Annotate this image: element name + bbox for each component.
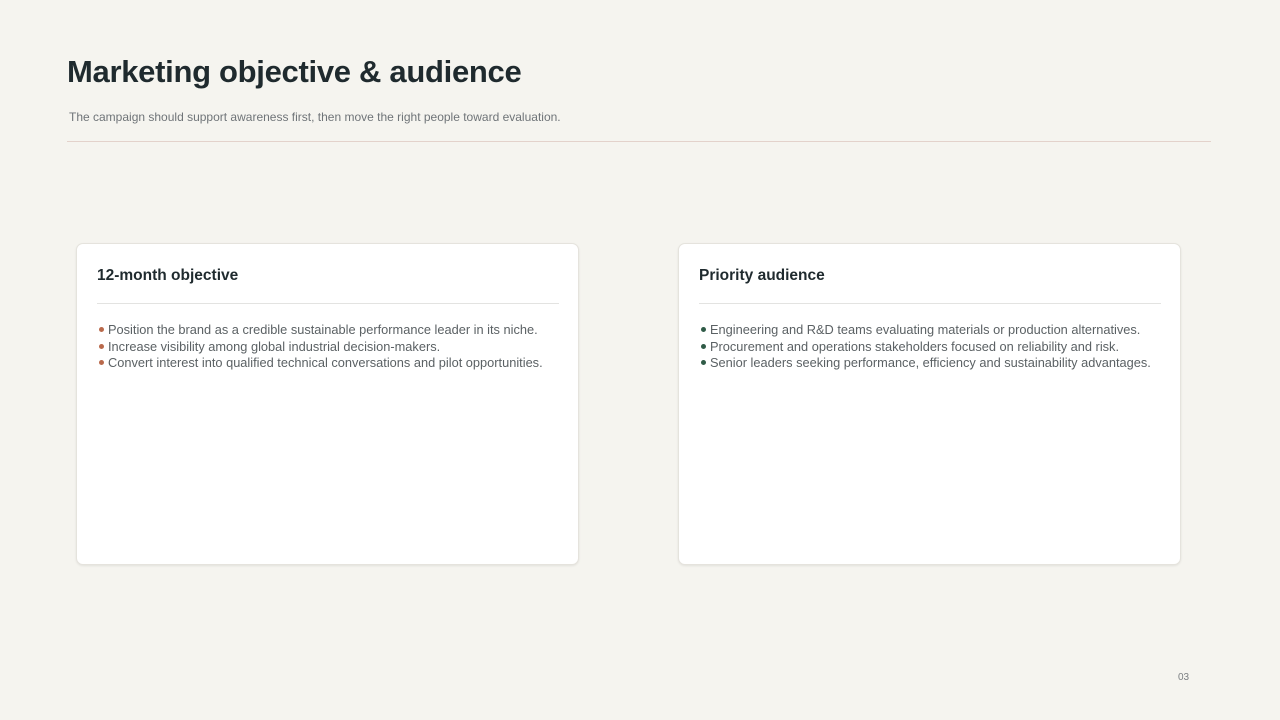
bullet-dot-icon (701, 339, 710, 356)
audience-item: Procurement and operations stakeholders … (701, 339, 1163, 356)
objective-item: Increase visibility among global industr… (99, 339, 561, 356)
bullet-dot-icon (99, 355, 108, 372)
bullet-dot-icon (99, 322, 108, 339)
audience-card: Priority audience Engineering and R&D te… (678, 243, 1181, 565)
objective-item-text: Position the brand as a credible sustain… (108, 322, 538, 337)
audience-item: Engineering and R&D teams evaluating mat… (701, 322, 1163, 339)
bullet-dot-icon (701, 322, 710, 339)
slide: Marketing objective & audience The campa… (0, 0, 1280, 720)
objective-item-text: Increase visibility among global industr… (108, 338, 441, 354)
objective-item-text: Convert interest into qualified technica… (108, 355, 543, 370)
bullet-dot-icon (99, 339, 108, 356)
audience-item: Senior leaders seeking performance, effi… (701, 355, 1163, 372)
audience-card-divider (699, 303, 1161, 304)
title-divider (67, 141, 1211, 142)
audience-item-text: Engineering and R&D teams evaluating mat… (710, 322, 1141, 337)
audience-list: Engineering and R&D teams evaluating mat… (701, 322, 1163, 372)
bullet-dot-icon (701, 355, 710, 372)
objective-card: 12-month objective Position the brand as… (76, 243, 579, 565)
audience-item-text: Senior leaders seeking performance, effi… (710, 355, 1151, 370)
page-number: 03 (1178, 672, 1190, 683)
objective-item: Position the brand as a credible sustain… (99, 322, 561, 339)
audience-item-text: Procurement and operations stakeholders … (710, 338, 1120, 354)
page-title: Marketing objective & audience (67, 54, 522, 89)
objective-list: Position the brand as a credible sustain… (99, 322, 561, 372)
objective-card-title: 12-month objective (97, 267, 239, 284)
objective-card-divider (97, 303, 559, 304)
objective-item: Convert interest into qualified technica… (99, 355, 561, 372)
page-subtitle: The campaign should support awareness fi… (69, 110, 561, 124)
audience-card-title: Priority audience (699, 267, 825, 284)
